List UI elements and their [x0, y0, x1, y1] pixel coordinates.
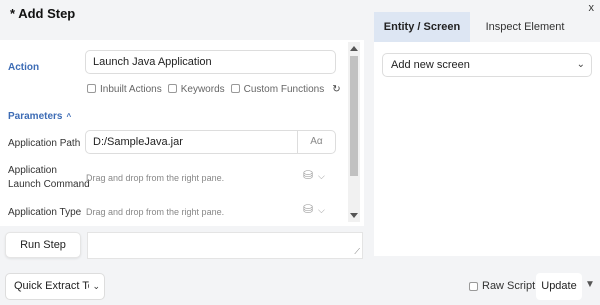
- scroll-down-arrow-icon[interactable]: [350, 213, 358, 218]
- parameters-section-header[interactable]: Parameters ^: [8, 111, 71, 122]
- dialog-title: * Add Step: [10, 6, 76, 21]
- application-path-value: D:/SampleJava.jar: [93, 136, 183, 148]
- tab-inspect-element[interactable]: Inspect Element: [474, 12, 576, 42]
- inbuilt-actions-checkbox[interactable]: [87, 84, 96, 93]
- custom-functions-label: Custom Functions: [243, 84, 325, 95]
- scroll-thumb[interactable]: [350, 56, 358, 176]
- action-label: Action: [8, 62, 40, 73]
- launch-command-dropzone[interactable]: Drag and drop from the right pane.: [86, 173, 224, 183]
- inbuilt-actions-option[interactable]: Inbuilt Actions: [87, 84, 162, 95]
- raw-script-checkbox[interactable]: [469, 281, 478, 291]
- custom-functions-checkbox[interactable]: [230, 84, 240, 93]
- text-format-toggle[interactable]: Aα: [297, 131, 335, 153]
- launch-command-label-line1: Application: [8, 165, 57, 176]
- quick-extract-select[interactable]: Quick Extract To ⌄: [5, 273, 105, 300]
- chevron-down-icon[interactable]: ⌵: [318, 205, 325, 216]
- form-scrollbar[interactable]: [348, 42, 360, 222]
- update-button[interactable]: Update: [536, 273, 582, 300]
- keywords-option[interactable]: Keywords: [167, 84, 225, 95]
- parameters-label: Parameters: [8, 111, 63, 122]
- refresh-icon[interactable]: ↻: [332, 84, 340, 95]
- scroll-up-arrow-icon[interactable]: [350, 46, 358, 51]
- add-step-dialog: * Add Step x Action Launch Java Applicat…: [0, 0, 600, 305]
- data-source-icon[interactable]: ⛁: [303, 202, 313, 216]
- run-step-output[interactable]: ⟋: [87, 232, 363, 259]
- launch-command-label-line2: Launch Command: [8, 179, 90, 190]
- entity-screen-pane: Add new screen ⌄: [374, 42, 600, 256]
- application-path-input[interactable]: D:/SampleJava.jar Aα: [85, 130, 336, 154]
- run-step-button[interactable]: Run Step: [5, 232, 81, 258]
- chevron-down-icon: ⌄: [576, 59, 585, 70]
- inbuilt-actions-label: Inbuilt Actions: [100, 84, 162, 95]
- chevron-down-icon[interactable]: ⌵: [318, 171, 325, 182]
- tab-entity-screen[interactable]: Entity / Screen: [374, 12, 470, 42]
- application-type-dropzone[interactable]: Drag and drop from the right pane.: [86, 207, 224, 217]
- resize-handle-icon[interactable]: ⟋: [354, 247, 360, 257]
- quick-extract-label: Quick Extract To: [14, 280, 94, 292]
- right-pane-tabs: Entity / Screen Inspect Element: [374, 12, 600, 42]
- step-form-panel: Action Launch Java Application Inbuilt A…: [0, 40, 364, 226]
- raw-script-label: Raw Script: [482, 280, 536, 292]
- screen-select-value: Add new screen: [391, 59, 470, 71]
- data-source-icon[interactable]: ⛁: [303, 168, 313, 182]
- keywords-checkbox[interactable]: [167, 84, 177, 93]
- keywords-label: Keywords: [180, 84, 225, 95]
- custom-functions-option[interactable]: Custom Functions: [230, 84, 325, 95]
- launch-command-label: Application Launch Command: [8, 164, 90, 192]
- action-filter-options: Inbuilt Actions Keywords Custom Function…: [87, 84, 341, 95]
- chevron-down-icon: ⌄: [89, 281, 100, 292]
- update-options-caret-icon[interactable]: ▼: [585, 279, 595, 290]
- screen-select[interactable]: Add new screen ⌄: [382, 53, 592, 77]
- application-type-label: Application Type: [8, 207, 82, 218]
- action-input[interactable]: Launch Java Application: [85, 50, 336, 74]
- application-path-label: Application Path: [8, 138, 81, 149]
- raw-script-option[interactable]: Raw Script: [469, 280, 535, 292]
- collapse-caret-icon[interactable]: ^: [66, 112, 71, 121]
